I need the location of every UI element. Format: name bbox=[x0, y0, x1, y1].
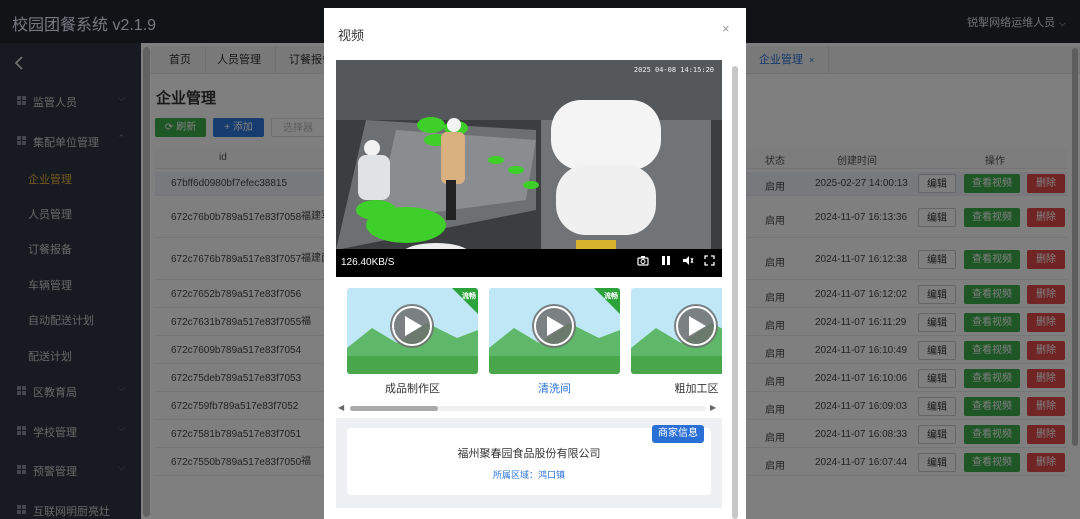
merchant-card: 商家信息 福州聚春园食品股份有限公司 所属区域：鸿口镇 bbox=[347, 425, 711, 495]
video-timestamp: 2025 04-08 14:15:20 bbox=[633, 66, 714, 74]
camera-thumbnail[interactable] bbox=[631, 288, 722, 374]
camera-thumbnail[interactable]: 流畅 bbox=[489, 288, 620, 374]
camera-label[interactable]: 成品制作区 bbox=[347, 380, 478, 396]
stream-quality-badge: 流畅 bbox=[462, 293, 476, 300]
camera-label[interactable]: 粗加工区 bbox=[631, 380, 722, 396]
video-modal: 视频 × 2025 04-08 14:15:20 126.40KB/S 流畅 成… bbox=[324, 8, 746, 519]
modal-title: 视频 bbox=[338, 28, 365, 43]
scroll-left-icon[interactable]: ◀ bbox=[338, 403, 344, 412]
landscape-thumbnail bbox=[631, 288, 722, 374]
bitrate: 126.40KB/S bbox=[341, 257, 395, 268]
video-controls: 126.40KB/S bbox=[336, 249, 722, 277]
modal-scrollbar[interactable] bbox=[732, 66, 738, 519]
camera-thumbnail[interactable]: 流畅 bbox=[347, 288, 478, 374]
camera-thumbnails: 流畅 成品制作区 流畅 清洗间 粗加工区 bbox=[336, 288, 722, 404]
camera-label[interactable]: 清洗间 bbox=[489, 380, 620, 396]
merchant-panel: 商家信息 福州聚春园食品股份有限公司 所属区域：鸿口镇 bbox=[336, 418, 722, 508]
scroll-right-icon[interactable]: ▶ bbox=[710, 403, 716, 412]
pause-icon[interactable] bbox=[659, 255, 673, 269]
scroll-thumb[interactable] bbox=[350, 406, 438, 411]
camera-icon[interactable] bbox=[636, 255, 650, 269]
video-player[interactable]: 2025 04-08 14:15:20 126.40KB/S bbox=[336, 60, 722, 277]
thumbnail-scrollbar[interactable]: ◀ ▶ bbox=[338, 403, 718, 413]
fullscreen-icon[interactable] bbox=[702, 255, 716, 269]
merchant-name: 福州聚春园食品股份有限公司 bbox=[457, 448, 601, 460]
volume-icon[interactable] bbox=[681, 255, 695, 269]
close-icon[interactable]: × bbox=[722, 21, 730, 36]
kitchen-video-frame bbox=[336, 60, 722, 277]
merchant-info-badge[interactable]: 商家信息 bbox=[652, 425, 704, 443]
merchant-area: 所属区域：鸿口镇 bbox=[492, 470, 565, 480]
stream-quality-badge: 流畅 bbox=[604, 293, 618, 300]
